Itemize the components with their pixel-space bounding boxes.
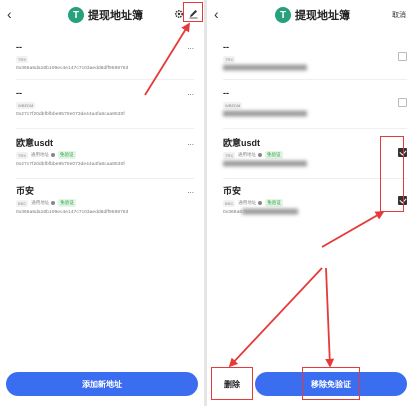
divider: [16, 79, 194, 80]
info-dot-icon: [51, 201, 56, 205]
select-checkbox[interactable]: [398, 52, 407, 61]
address-value: 0x366a6da18b109ec4e147c7c03aedd8dff96987…: [16, 210, 129, 215]
add-address-button[interactable]: 添加新地址: [6, 372, 198, 396]
address-item[interactable]: -- ... TRX 0x366a6da18b109ec4e147c7c03ae…: [16, 42, 194, 71]
back-icon[interactable]: ‹: [7, 6, 12, 22]
network-tag: WBEDM: [16, 101, 36, 109]
address-item[interactable]: -- WBEDM ████████████████████████: [223, 88, 407, 117]
info-dot-icon: [258, 153, 262, 157]
network-tag: BSC: [16, 199, 29, 207]
tag-row: TRX: [223, 55, 407, 63]
tag-row: WBEDM: [16, 101, 194, 109]
more-icon[interactable]: ...: [187, 186, 194, 195]
tag-row: BSC 通用地址 免验证: [16, 199, 194, 207]
address-prefix: 0x366a6: [223, 210, 243, 215]
address-value: 0x366a6da18b109ec4e147c7c03aedd8dff96987…: [16, 66, 129, 71]
network-tag: TRX: [223, 151, 235, 159]
tag-row: TRX 通用地址 免验证: [16, 151, 194, 159]
address-item[interactable]: 币安 ... BSC 通用地址 免验证 0x366a6da18b109ec4e1…: [16, 186, 194, 215]
general-address-label: 通用地址: [238, 152, 256, 157]
general-address-label: 通用地址: [31, 200, 50, 205]
cancel-button[interactable]: 取消: [392, 10, 406, 20]
address-name: 欧意usdt: [16, 138, 53, 148]
general-address-label: 通用地址: [238, 200, 257, 205]
usdt-logo-icon: T: [68, 7, 84, 23]
annotation-box-delete: [211, 367, 253, 400]
address-name: 币安: [16, 186, 35, 196]
address-item[interactable]: 欧意usdt ... TRX 通用地址 免验证 0x27c7f20dbfbfbb…: [16, 138, 194, 167]
divider: [223, 128, 407, 129]
network-tag: WBEDM: [223, 101, 243, 109]
address-value-masked: ████████████████████████: [223, 66, 307, 71]
annotation-box-edit: [183, 2, 203, 22]
page-title: 提现地址簿: [295, 10, 350, 22]
more-icon[interactable]: ...: [187, 88, 194, 97]
general-address-label: 通用地址: [31, 152, 49, 157]
page-title: 提现地址簿: [88, 10, 143, 22]
header-right: ‹ T 提现地址簿 取消: [207, 0, 413, 30]
divider: [16, 128, 194, 129]
network-tag: TRX: [16, 151, 28, 159]
exempt-badge: 免验证: [58, 199, 76, 207]
address-item[interactable]: -- ... WBEDM 0x27c7f20dbfbfbbe9570e073de…: [16, 88, 194, 117]
info-dot-icon: [51, 153, 55, 157]
exempt-badge: 免验证: [265, 199, 283, 207]
address-value: 0x27c7f20dbfbfbbe9570e073de44a4fa6caa853…: [16, 162, 125, 167]
address-book-panel-left: ‹ T 提现地址簿 -- ... TRX 0x366a6da18b109ec4e…: [0, 0, 204, 406]
network-tag: TRX: [16, 55, 28, 63]
address-name: --: [223, 42, 229, 52]
address-value-masked: ████████████████████████: [223, 112, 307, 117]
address-item[interactable]: -- TRX ████████████████████████: [223, 42, 407, 71]
back-icon[interactable]: ‹: [214, 6, 219, 22]
exempt-badge: 免验证: [58, 151, 76, 159]
annotation-box-remove-exempt: [302, 367, 360, 400]
divider: [223, 79, 407, 80]
title-wrap: T 提现地址簿: [275, 7, 350, 23]
info-dot-icon: [258, 201, 263, 205]
address-name: --: [16, 88, 22, 98]
title-wrap: T 提现地址簿: [68, 7, 143, 23]
more-icon[interactable]: ...: [187, 138, 194, 147]
more-icon[interactable]: ...: [187, 42, 194, 51]
header-left: ‹ T 提现地址簿: [0, 0, 204, 30]
usdt-logo-icon: T: [275, 7, 291, 23]
tag-row: TRX: [16, 55, 194, 63]
address-name: --: [16, 42, 22, 52]
exempt-badge: 免验证: [265, 151, 283, 159]
annotation-box-checkboxes: [380, 136, 404, 212]
divider: [16, 178, 194, 179]
address-name: --: [223, 88, 229, 98]
tag-row: WBEDM: [223, 101, 407, 109]
network-tag: TRX: [223, 55, 235, 63]
network-tag: BSC: [223, 199, 236, 207]
select-checkbox[interactable]: [398, 98, 407, 107]
address-value: 0x27c7f20dbfbfbbe9570e073de44a4fa6caa853…: [16, 112, 125, 117]
